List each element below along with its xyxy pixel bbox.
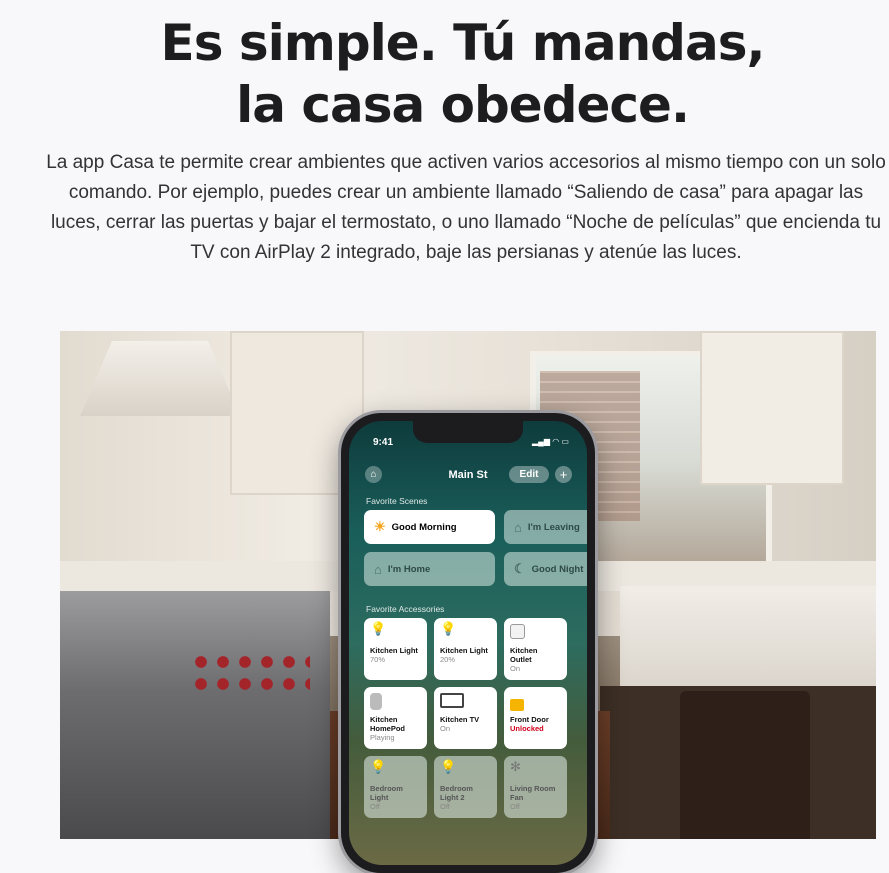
accessory-name: Kitchen Outlet xyxy=(510,646,538,664)
accessory-kitchen-outlet[interactable]: Kitchen Outlet On xyxy=(504,618,567,680)
accessory-name: Bedroom Light xyxy=(370,784,403,802)
intro-paragraph: La app Casa te permite crear ambientes q… xyxy=(46,152,886,263)
lightbulb-icon: 💡 xyxy=(370,759,387,774)
arriving-house-icon: ⌂ xyxy=(374,561,382,577)
scene-label: Good Night xyxy=(531,563,584,575)
scene-im-leaving[interactable]: ⌂ I'm Leaving xyxy=(504,510,587,544)
accessory-front-door[interactable]: Front Door Unlocked xyxy=(504,687,567,749)
accessory-name: Bedroom Light 2 xyxy=(440,784,473,802)
edit-button[interactable]: Edit xyxy=(509,466,549,483)
leaving-house-icon: ⌂ xyxy=(514,519,522,535)
moon-house-icon: ☾ xyxy=(514,561,526,576)
accessory-status: Unlocked xyxy=(510,724,544,733)
accessory-kitchen-light-2[interactable]: 💡 Kitchen Light 20% xyxy=(434,618,497,680)
accessory-name: Front Door xyxy=(510,715,549,724)
accessory-name: Living Room Fan xyxy=(510,784,556,802)
phone-notch xyxy=(413,421,523,443)
scene-good-morning[interactable]: ☀ Good Morning xyxy=(364,510,495,544)
headline-line-1: Es simple. Tú mandas, xyxy=(160,14,766,72)
lightbulb-icon: 💡 xyxy=(440,759,457,774)
favorite-accessories-label: Favorite Accessories xyxy=(366,604,445,614)
accessory-name: Kitchen Light xyxy=(440,646,488,655)
scene-label: I'm Home xyxy=(387,563,431,575)
status-time: 9:41 xyxy=(373,437,394,448)
homepod-icon xyxy=(370,693,421,715)
fan-icon: ✻ xyxy=(510,759,521,774)
sun-house-icon: ☀ xyxy=(374,519,386,534)
outlet-icon xyxy=(510,624,561,646)
accessory-bedroom-light[interactable]: 💡 Bedroom Light Off xyxy=(364,756,427,818)
accessory-kitchen-homepod[interactable]: Kitchen HomePod Playing xyxy=(364,687,427,749)
accessory-name: Kitchen TV xyxy=(440,715,480,724)
lightbulb-icon: 💡 xyxy=(440,621,457,636)
favorite-scenes-label: Favorite Scenes xyxy=(366,496,428,506)
lightbulb-icon: 💡 xyxy=(370,621,387,636)
status-icons: ▂▄▆ ◠ ▭ xyxy=(532,437,569,446)
page-headline: Es simple. Tú mandas, la casa obedece. xyxy=(0,12,889,136)
accessory-status: Off xyxy=(370,802,380,811)
accessory-status: 20% xyxy=(440,655,456,664)
accessory-bedroom-light-2[interactable]: 💡 Bedroom Light 2 Off xyxy=(434,756,497,818)
add-button[interactable]: + xyxy=(555,466,572,483)
accessory-living-room-fan[interactable]: ✻ Living Room Fan Off xyxy=(504,756,567,818)
scene-label: I'm Leaving xyxy=(527,521,580,533)
tv-icon xyxy=(440,693,491,715)
iphone-mockup: 9:41 ▂▄▆ ◠ ▭ ⌂ Main St Edit + Favorite S… xyxy=(341,413,595,873)
scene-good-night[interactable]: ☾ Good Night xyxy=(504,552,587,586)
scene-im-home[interactable]: ⌂ I'm Home xyxy=(364,552,495,586)
accessory-status: Off xyxy=(510,802,520,811)
home-title: Main St xyxy=(448,469,488,481)
accessory-status: On xyxy=(510,664,521,673)
home-app-screen: 9:41 ▂▄▆ ◠ ▭ ⌂ Main St Edit + Favorite S… xyxy=(349,421,587,865)
headline-line-2: la casa obedece. xyxy=(236,76,690,134)
accessory-status: Off xyxy=(440,802,450,811)
accessory-status: Playing xyxy=(370,733,395,742)
scene-label: Good Morning xyxy=(391,521,457,533)
accessory-status: 70% xyxy=(370,655,386,664)
accessory-kitchen-light-1[interactable]: 💡 Kitchen Light 70% xyxy=(364,618,427,680)
accessory-kitchen-tv[interactable]: Kitchen TV On xyxy=(434,687,497,749)
accessory-status: On xyxy=(440,724,451,733)
lock-icon xyxy=(510,693,561,715)
accessory-name: Kitchen HomePod xyxy=(370,715,406,733)
accessory-name: Kitchen Light xyxy=(370,646,418,655)
